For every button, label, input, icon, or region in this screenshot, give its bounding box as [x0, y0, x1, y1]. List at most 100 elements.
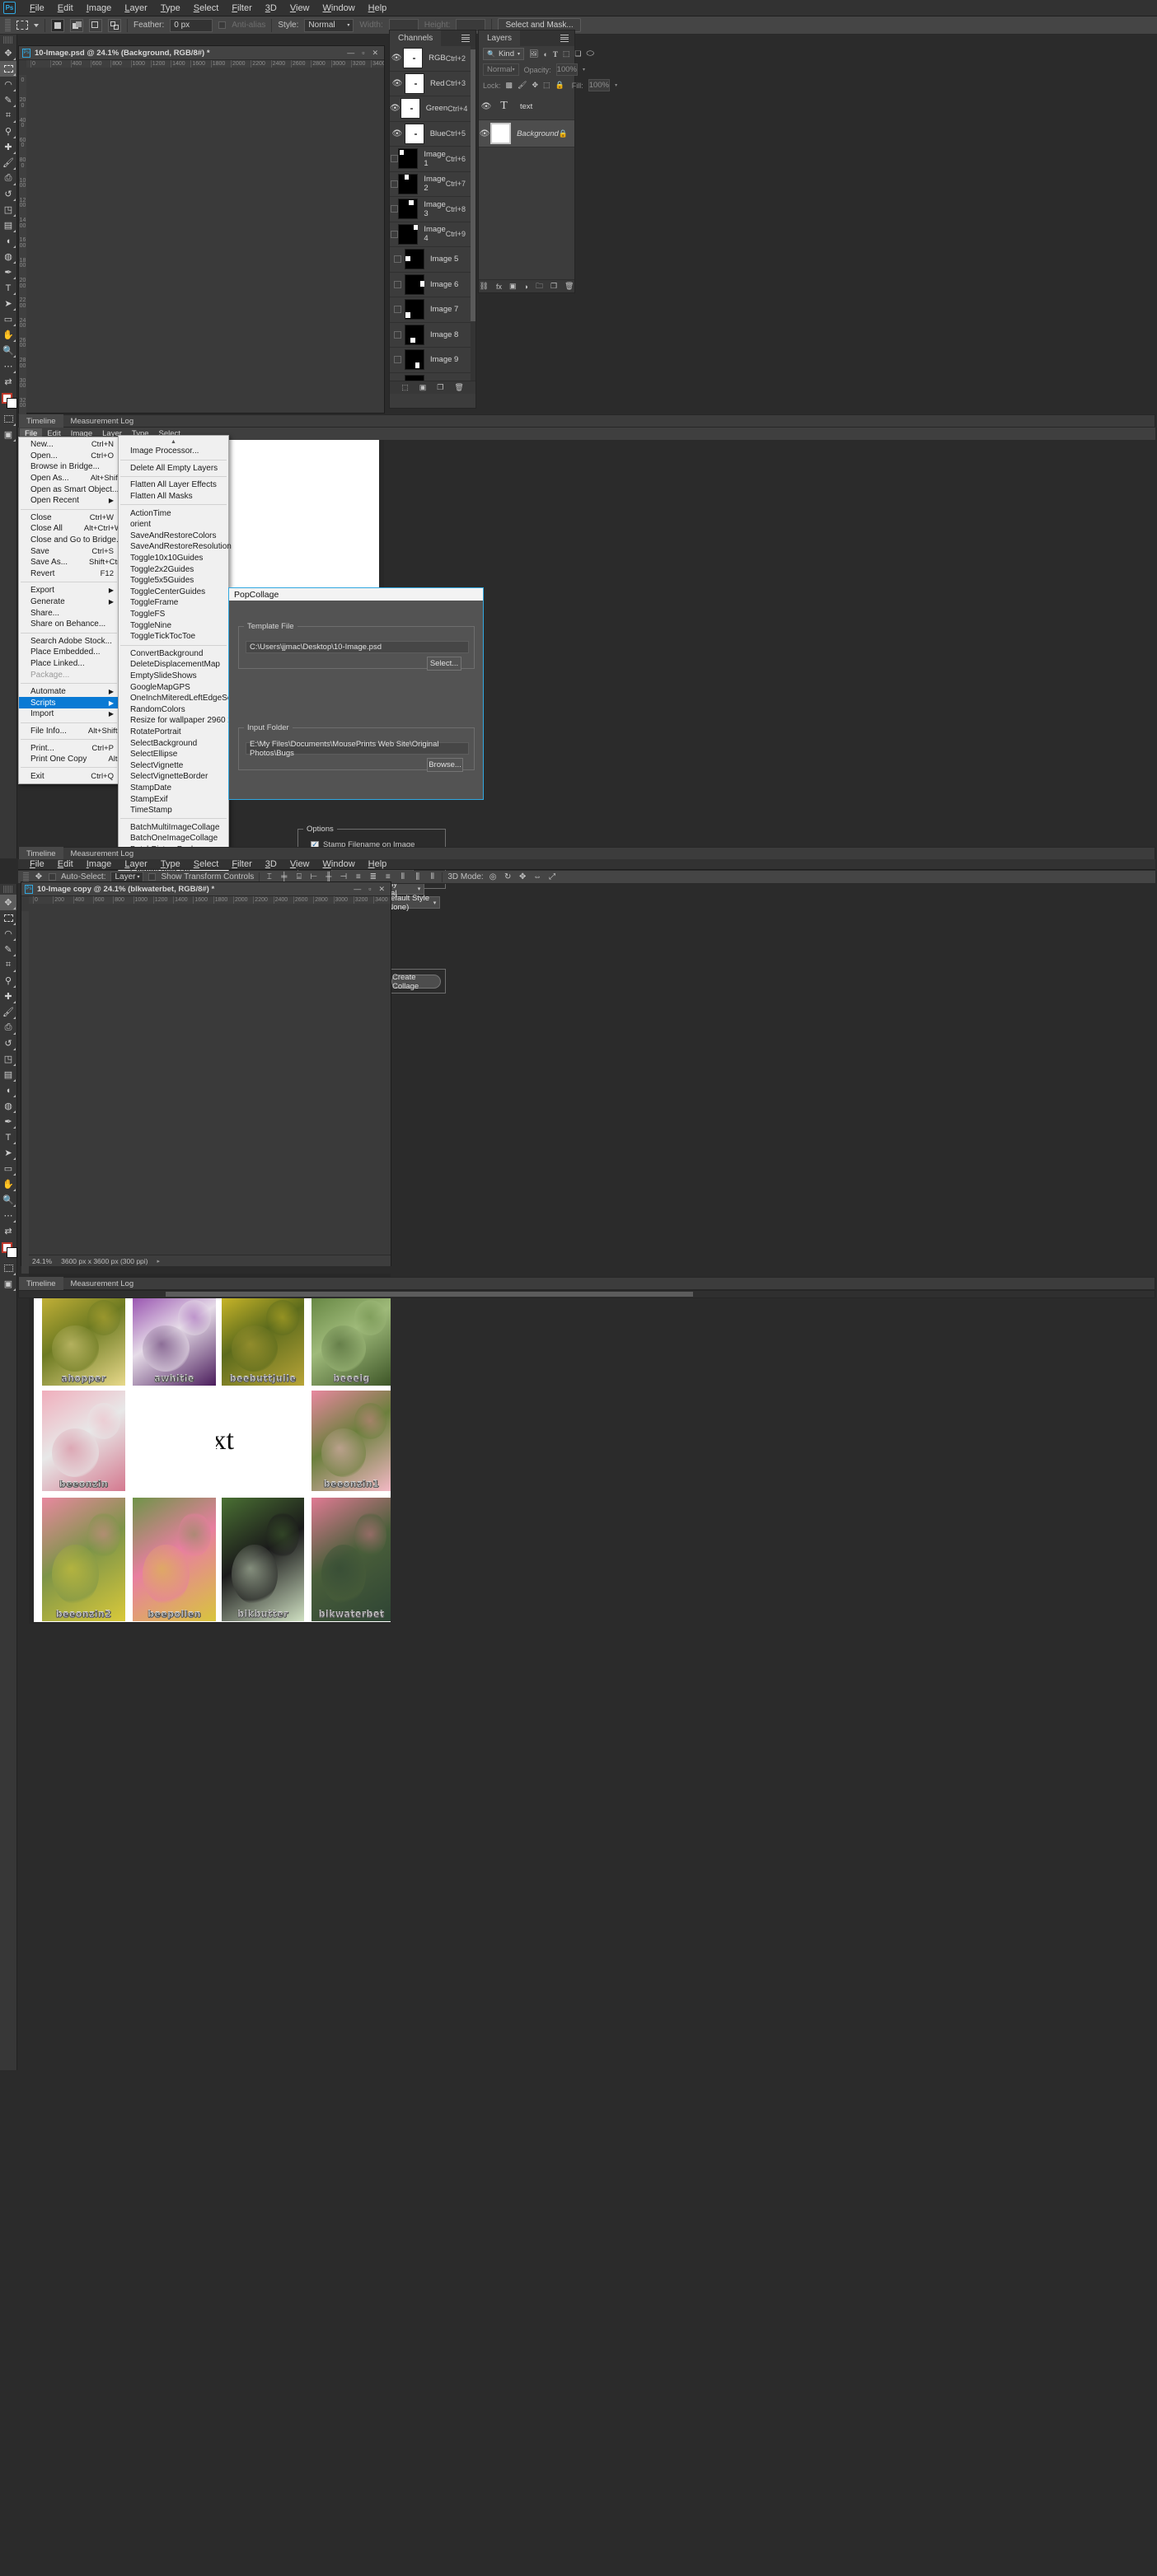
menu-select[interactable]: Select: [187, 858, 226, 871]
tool-clone-stamp[interactable]: ⎙: [0, 171, 16, 186]
lock-image-pixels-icon[interactable]: 🖌: [518, 80, 527, 91]
channel-row[interactable]: 👁 RGB Ctrl+2: [390, 46, 475, 72]
menu-filter[interactable]: Filter: [225, 858, 258, 871]
menu-item-open[interactable]: Open... Ctrl+O: [19, 451, 119, 462]
toolbox-bottom[interactable]: ✥ ◠ ✎ ⌗ ⚲ ✚ 🖌 ⎙ ↺ ◳ ▤ ◖ ◍ ✒ T ➤ ▭ ✋ 🔍 ⋯ …: [0, 884, 17, 2070]
lock-artboard-icon[interactable]: ⬚: [543, 80, 550, 91]
panel-menu-icon[interactable]: [461, 35, 475, 42]
move-tool-icon[interactable]: ✥: [34, 872, 44, 882]
tool-edit-toolbar-bottom[interactable]: ⇄: [0, 1223, 16, 1239]
tool-hand[interactable]: ✋: [0, 327, 16, 343]
channel-visibility-icon[interactable]: 👁: [390, 54, 403, 63]
tab-channels[interactable]: Channels: [390, 30, 442, 46]
channel-row[interactable]: 👁 Green Ctrl+4: [390, 96, 475, 122]
channels-panel[interactable]: Channels 👁 RGB Ctrl+2 👁 Red Ctrl+3 👁 Green Ctrl+…: [389, 30, 476, 409]
menu-item-import[interactable]: Import ▶: [19, 708, 119, 720]
channels-scrollbar[interactable]: [471, 46, 475, 381]
menu-item-timestamp[interactable]: TimeStamp: [119, 805, 228, 816]
menu-item-saveandrestoreresolution[interactable]: SaveAndRestoreResolution: [119, 541, 232, 553]
menu-item-place-linked[interactable]: Place Linked...: [19, 658, 119, 670]
channel-visibility-toggle[interactable]: [390, 155, 398, 163]
menu-item-file-info[interactable]: File Info... Alt+Shift+Ctrl+I: [19, 726, 141, 737]
channels-scrollbar-thumb[interactable]: [471, 49, 475, 321]
create-collage-button[interactable]: Create Collage: [391, 973, 441, 991]
channel-visibility-toggle[interactable]: [390, 306, 405, 314]
document-tab-bottom[interactable]: Ps 10-Image copy @ 24.1% (blkwaterbet, R…: [21, 882, 391, 896]
menu-item-convertbackground[interactable]: ConvertBackground: [119, 648, 228, 660]
third-menubar[interactable]: File Edit Image Layer Type Select Filter 3D View…: [18, 859, 1155, 870]
channel-visibility-toggle[interactable]: [390, 255, 405, 264]
zoom-level-bottom[interactable]: 24.1%: [32, 1257, 52, 1265]
menu-item-open-as-smart-object[interactable]: Open as Smart Object...: [19, 484, 119, 495]
menu-item-share[interactable]: Share...: [19, 607, 119, 619]
menu-3d[interactable]: 3D: [259, 2, 283, 15]
tool-preset-chevron-icon[interactable]: [34, 23, 39, 27]
channel-visibility-toggle[interactable]: [390, 180, 398, 188]
document-window-top[interactable]: Ps 10-Image.psd @ 24.1% (Background, RGB…: [18, 45, 385, 767]
menu-item-exit[interactable]: Exit Ctrl+Q: [19, 770, 119, 782]
collage-cell[interactable]: blkwaterbet: [312, 1498, 391, 1621]
align-vertical-centers-icon[interactable]: ╪: [279, 872, 288, 881]
distribute-left-icon[interactable]: ⫴: [398, 872, 407, 881]
channel-row[interactable]: Image 6: [390, 273, 475, 297]
tool-zoom[interactable]: 🔍: [0, 343, 16, 358]
menu-item-selectbackground[interactable]: SelectBackground: [119, 737, 228, 749]
tool-rectangle-bottom[interactable]: ▭: [0, 1161, 16, 1176]
tool-history-brush-bottom[interactable]: ↺: [0, 1036, 16, 1051]
tab-timeline-top[interactable]: Timeline: [19, 414, 63, 428]
menu-view[interactable]: View: [283, 858, 316, 871]
auto-select-checkbox[interactable]: [49, 873, 56, 881]
layer-visibility-icon[interactable]: 👁: [479, 102, 494, 111]
collage-cell[interactable]: blkbutter: [222, 1498, 304, 1621]
tool-hand-bottom[interactable]: ✋: [0, 1176, 16, 1192]
feather-input[interactable]: 0 px: [170, 18, 213, 32]
align-horizontal-centers-icon[interactable]: ╫: [324, 872, 333, 881]
menu-item-flatten-all-masks[interactable]: Flatten All Masks: [119, 491, 228, 503]
channel-visibility-toggle[interactable]: [390, 356, 405, 364]
menu-item-randomcolors[interactable]: RandomColors: [119, 704, 228, 715]
channel-row[interactable]: Image 7: [390, 297, 475, 323]
link-layers-icon[interactable]: ⛓: [480, 282, 489, 291]
layer-row[interactable]: 👁 Ttext: [479, 93, 574, 120]
menu-item-export[interactable]: Export ▶: [19, 585, 119, 596]
menu-item-togglecenterguides[interactable]: ToggleCenterGuides: [119, 587, 228, 598]
collage-cell[interactable]: ahopper: [42, 1288, 125, 1386]
menu-3d[interactable]: 3D: [259, 858, 283, 871]
tool-dodge[interactable]: ◍: [0, 249, 16, 264]
tool-move-bottom[interactable]: ✥: [0, 895, 16, 910]
options-bar-grip[interactable]: [23, 872, 29, 882]
tool-pen[interactable]: ✒: [0, 264, 16, 280]
tool-gradient[interactable]: ▤: [0, 217, 16, 233]
menu-image[interactable]: Image: [80, 2, 119, 15]
menu-item-stampdate[interactable]: StampDate: [119, 783, 228, 794]
layers-panel[interactable]: Layers 🔍 Kind ▾ 🖼 ◐ T ⬚ ❏ ⬭ Normal ▾ Opac…: [478, 30, 617, 293]
menu-file[interactable]: File: [23, 858, 51, 871]
menu-item-print-one-copy[interactable]: Print One CopyAlt+Shift+Ctrl+P: [19, 754, 164, 765]
tool-brush-bottom[interactable]: 🖌: [0, 1004, 16, 1020]
type-filter-icon[interactable]: T: [553, 49, 558, 59]
tool-more-bottom[interactable]: ⋯: [0, 1208, 16, 1223]
menu-item-oneinchmiteredleftedgeselection[interactable]: OneInchMiteredLeftEdgeSelection: [119, 693, 255, 704]
tool-quick-selection-bottom[interactable]: ✎: [0, 942, 16, 957]
pan-3d-icon[interactable]: ✥: [518, 872, 527, 881]
document-tab-top[interactable]: Ps 10-Image.psd @ 24.1% (Background, RGB…: [19, 46, 384, 60]
layer-mask-icon[interactable]: ▣: [509, 282, 517, 291]
distribute-top-icon[interactable]: ≡: [354, 872, 363, 881]
fill-input[interactable]: 100%: [588, 79, 611, 91]
menu-item-stampexif[interactable]: StampExif: [119, 793, 228, 805]
channel-row[interactable]: Image 3 Ctrl+8: [390, 197, 475, 222]
menu-item-automate[interactable]: Automate ▶: [19, 686, 119, 698]
tool-quick-selection[interactable]: ✎: [0, 92, 16, 108]
scroll-up-icon[interactable]: ▲: [119, 437, 228, 446]
menu-select[interactable]: Select: [187, 2, 226, 15]
channel-row[interactable]: Image 5: [390, 247, 475, 273]
tool-move[interactable]: ✥: [0, 45, 16, 61]
tool-brush[interactable]: 🖌: [0, 155, 16, 171]
tool-rectangle[interactable]: ▭: [0, 311, 16, 327]
collage-cell[interactable]: beepollen: [133, 1498, 216, 1621]
collage-cell[interactable]: awhitie: [133, 1288, 216, 1386]
background-color-swatch-bottom[interactable]: [7, 1247, 17, 1258]
menu-window[interactable]: Window: [316, 858, 362, 871]
menu-item-batchmultiimagecollage[interactable]: BatchMultiImageCollage: [119, 821, 228, 833]
menu-item-emptyslideshows[interactable]: EmptySlideShows: [119, 671, 228, 682]
